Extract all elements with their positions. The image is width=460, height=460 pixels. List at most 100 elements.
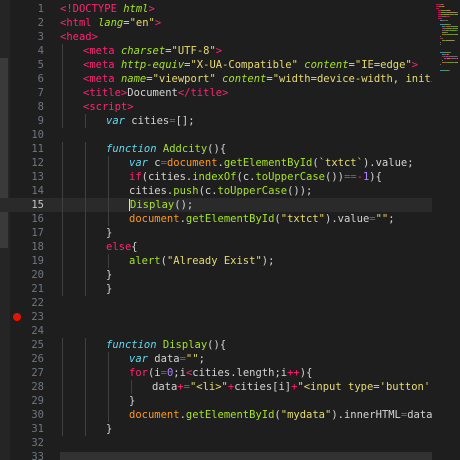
line-number: 13 [31,171,44,183]
line-number: 6 [37,73,44,85]
code-line[interactable]: 1 <!DOCTYPE html> [0,2,432,16]
code-token: "X-UA-Compatible" [190,59,298,71]
indent-guide [85,170,86,184]
code-line[interactable]: 24 [0,324,432,338]
code-line[interactable]: 17} [0,226,432,240]
code-line[interactable]: 6 <meta name="viewport" content="width=de… [0,72,460,86]
code-token: var [129,353,155,365]
minimap-mark [454,40,455,41]
code-text: if(cities.indexOf(c.toUpperCase())==-1){ [129,170,382,184]
code-token: function [106,143,163,155]
code-line[interactable]: 28 data+="<li>"+cities[i]+"<input type='b… [0,380,460,394]
code-token: <meta [83,73,121,85]
indent-guide [108,408,109,422]
code-token: "<li>" [189,381,228,393]
minimap-mark [450,10,451,11]
line-number: 14 [31,185,44,197]
minimap-mark [442,60,443,61]
minimap-mark [447,34,454,35]
indent-guide [62,380,63,394]
code-line[interactable]: 25 function Display(){ [0,338,432,352]
code-line[interactable]: 20} [0,268,432,282]
code-line[interactable]: 30 document.getElementById("mydata").inne… [0,408,439,422]
code-line[interactable]: 4 <meta charset="UTF-8"> [0,44,432,58]
line-number: 12 [31,157,44,169]
code-line[interactable]: 9 var cities=[]; [0,114,432,128]
line-number: 28 [31,381,44,393]
code-token: Display [130,199,175,211]
code-line[interactable]: 11 function Addcity(){ [0,142,432,156]
code-line[interactable]: 22 [0,296,432,310]
code-text: data+="<li>"+cities[i]+"<input type='but… [152,380,460,394]
code-token: (); [174,199,194,211]
indent-guide [62,352,63,366]
line-number: 5 [37,59,44,71]
code-line[interactable]: 10 [0,128,432,142]
code-line[interactable]: 31} [0,422,432,436]
code-token: `txtct` [318,157,363,169]
code-token: == [343,171,357,183]
breakpoint-icon[interactable] [13,313,21,321]
indent-guide [85,366,86,380]
minimap-mark [447,12,456,13]
code-line[interactable]: 29} [0,394,432,408]
code-token: ){ [369,171,382,183]
line-number: 2 [37,17,44,29]
code-text: <meta charset="UTF-8"> [83,44,222,58]
indent-guide [85,240,86,254]
code-line[interactable]: 15 Display(); [0,198,432,212]
code-text: <meta http-equiv="X-UA-Compatible" conte… [83,58,418,72]
code-text: else{ [106,240,138,254]
line-number: 8 [37,101,44,113]
code-line[interactable]: 13 if(cities.indexOf(c.toUpperCase())==-1… [0,170,432,184]
code-token: "viewport" [152,73,216,85]
code-token: > [148,3,155,15]
code-line[interactable]: 12 var c=document.getElementById(`txtct`)… [0,156,432,170]
code-token: "UTF-8" [171,45,216,57]
minimap-mark [438,18,442,19]
code-text: function Display(){ [106,338,226,352]
code-line[interactable]: 23 [0,310,432,324]
code-token: for [129,367,148,379]
indent-guide [62,86,63,100]
indent-guide [85,114,86,128]
minimap-mark [457,12,458,13]
code-line[interactable]: 19 alert("Already Exist"); [0,254,432,268]
line-number: 16 [31,213,44,225]
indent-guide [62,282,63,296]
indent-guide [85,212,86,226]
code-token: ; [198,353,205,365]
code-token: ).value; [362,157,414,169]
indent-guide [62,58,63,72]
code-token: ()) [325,171,344,183]
code-line[interactable]: 18 else{ [0,240,432,254]
code-text: <title>Document</title> [83,86,228,100]
code-line[interactable]: 2 <html lang="en"> [0,16,432,30]
code-line[interactable]: 5 <meta http-equiv="X-UA-Compatible" cont… [0,58,432,72]
code-token: document [129,409,180,421]
code-token: "mydata" [280,409,332,421]
code-line[interactable]: 32 [0,436,432,450]
minimap-mark [446,32,448,33]
code-line[interactable]: 27 for(i=0;i<cities.length;i++){ [0,366,432,380]
indent-guide [108,184,109,198]
code-token: { [131,241,138,253]
code-line[interactable]: 3 <head> [0,30,432,44]
line-number: 19 [31,255,44,267]
code-editor[interactable]: 1 <!DOCTYPE html> 2 <html lang="en"> 3 <head>… [0,0,460,460]
code-line[interactable]: 7 <title>Document</title> [0,86,432,100]
code-line[interactable]: 21} [0,282,432,296]
horizontal-scrollbar[interactable] [60,452,432,460]
indent-guide [108,366,109,380]
code-token: cities [131,115,170,127]
code-line[interactable]: 14 cities.push(c.toUpperCase()); [0,184,432,198]
code-token: ); [261,255,275,267]
code-line[interactable]: 16 document.getElementById("txtct").value… [0,212,432,226]
minimap[interactable] [432,0,460,460]
code-line[interactable]: 8 <script> [0,100,432,114]
code-token: function [106,339,163,351]
code-token: cities. [129,185,174,197]
minimap-mark [446,20,448,21]
code-line[interactable]: 26 var data=""; [0,352,432,366]
indent-guide [108,380,109,394]
